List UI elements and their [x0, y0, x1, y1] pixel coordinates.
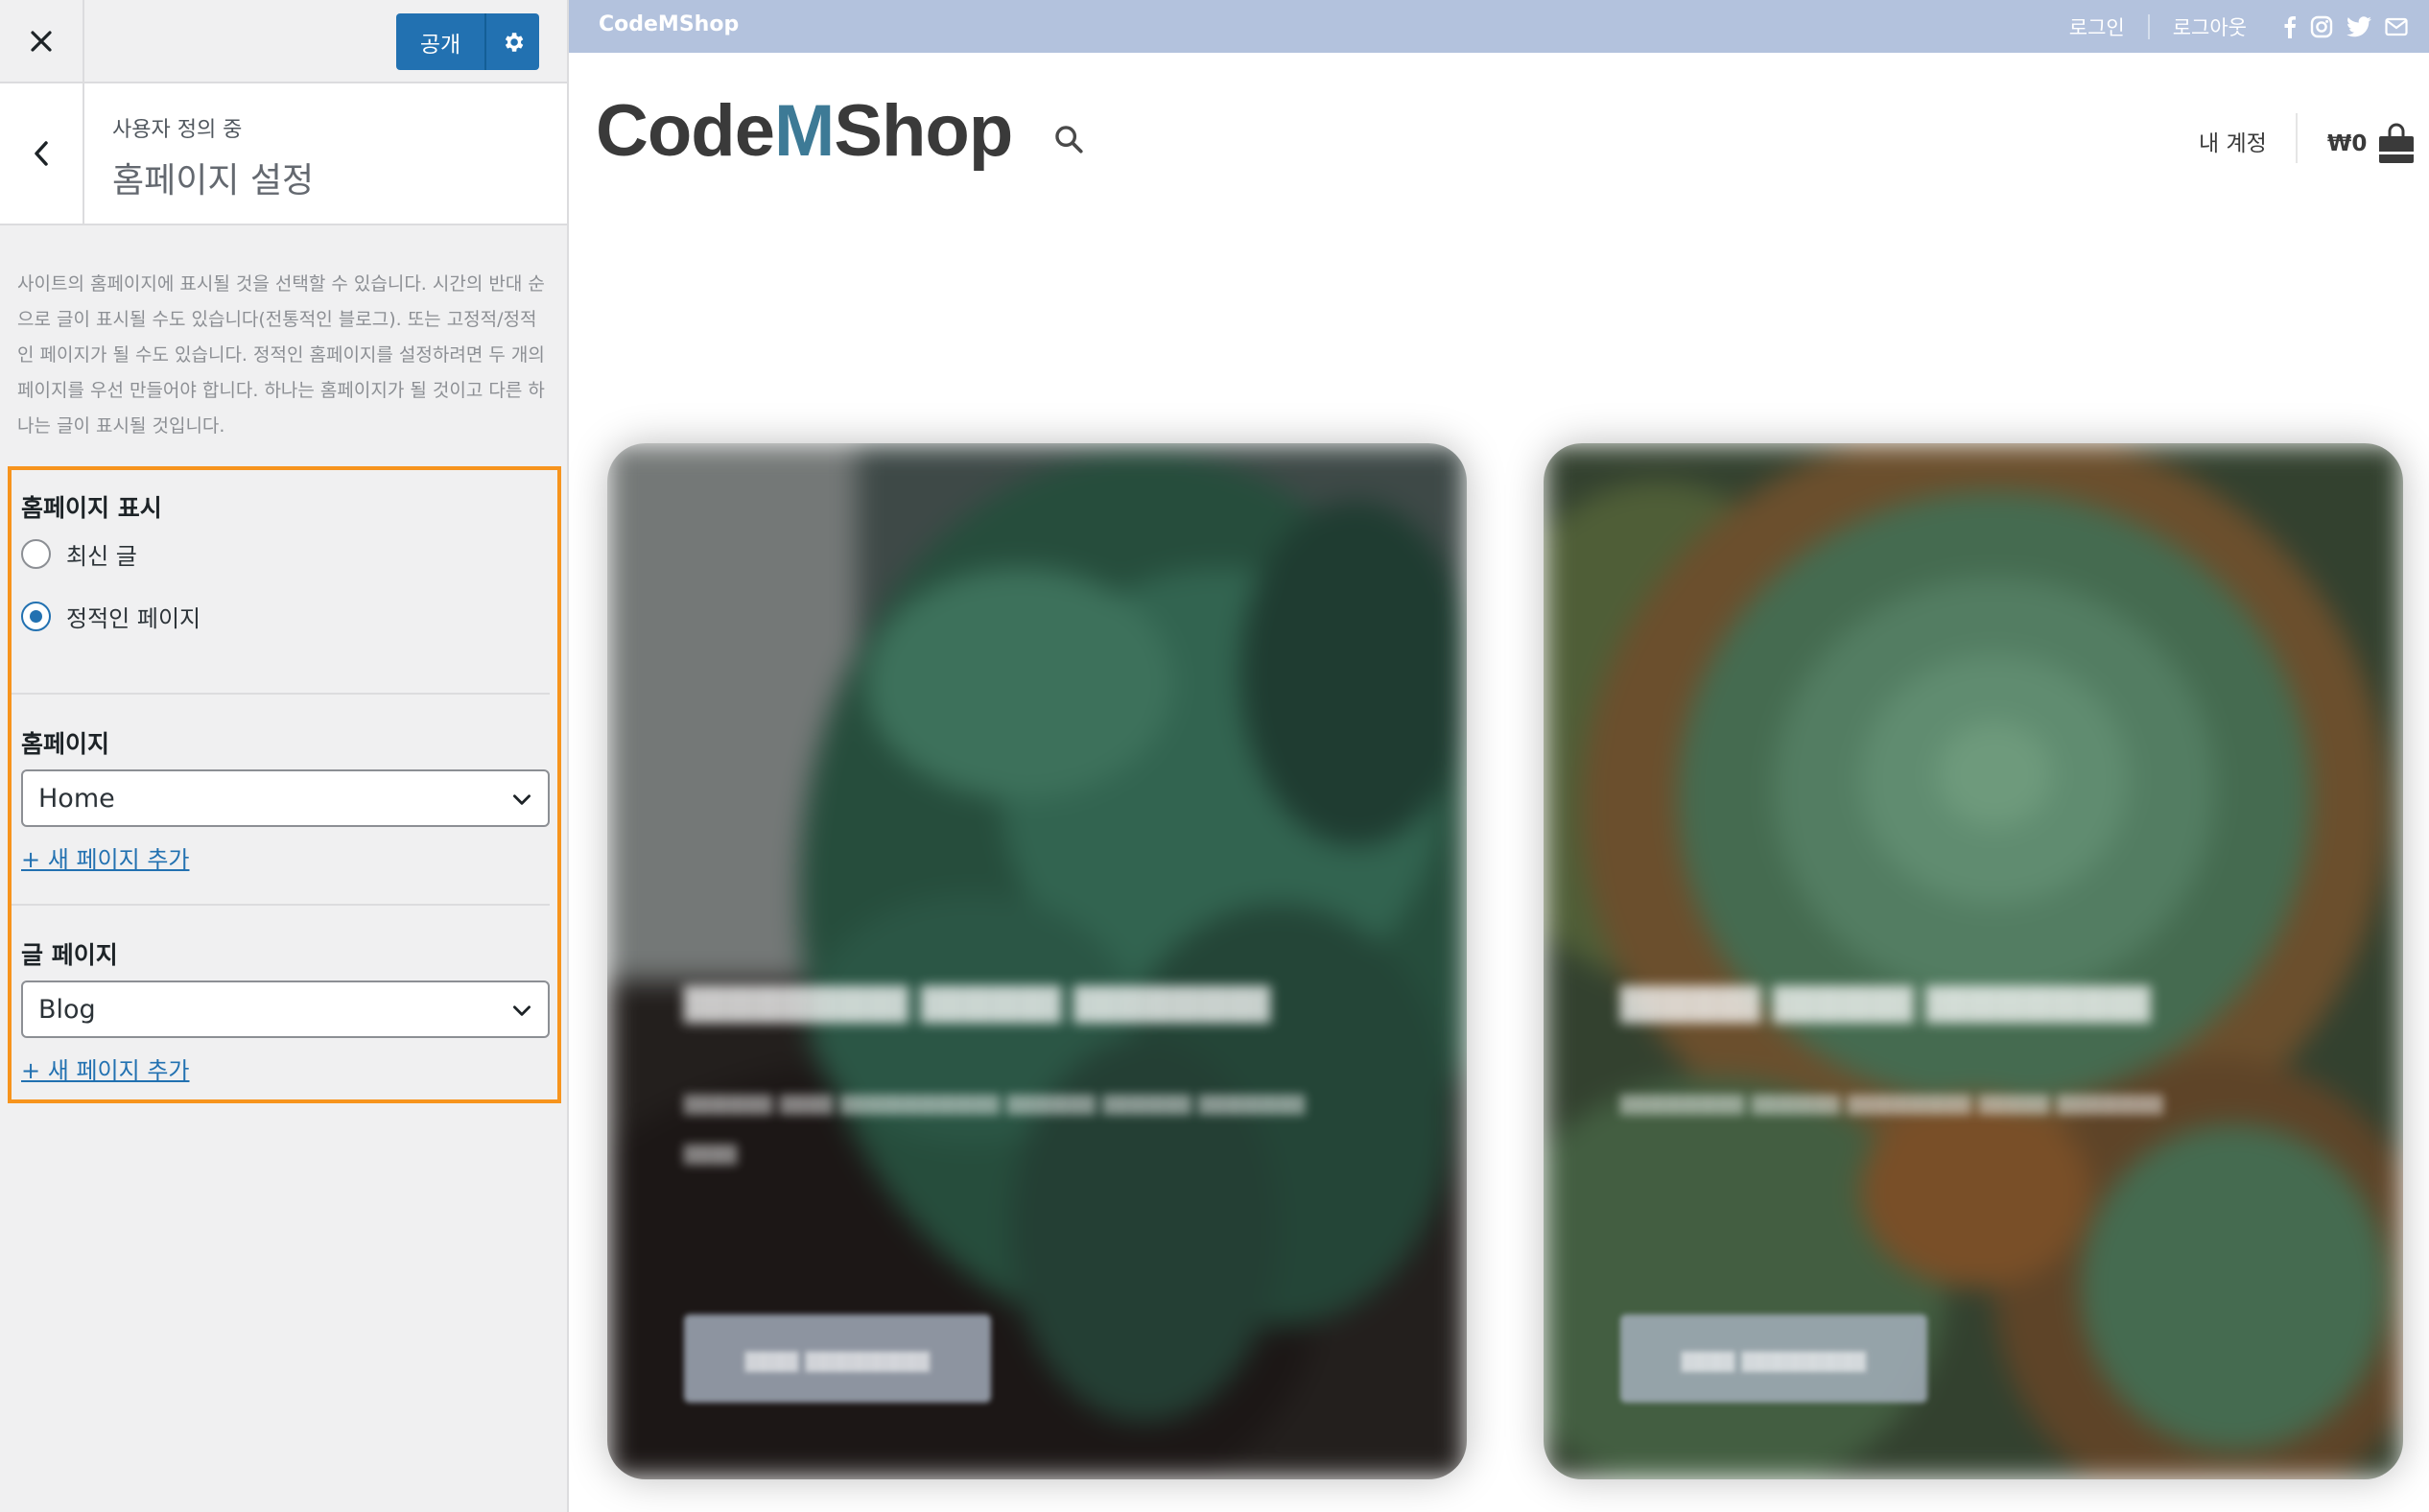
site-topbar: CodeMShop 로그인 로그아웃 — [569, 0, 2429, 53]
site-logo[interactable]: CodeMShop — [596, 89, 1013, 173]
posts-page-select[interactable]: Blog — [21, 980, 550, 1038]
section-subtitle: 사용자 정의 중 — [112, 118, 243, 142]
login-link[interactable]: 로그인 — [2046, 12, 2148, 41]
section-title: 홈페이지 설정 — [112, 161, 315, 201]
homepage-display-heading: 홈페이지 표시 — [21, 494, 162, 522]
publish-button[interactable]: 공개 — [396, 13, 484, 70]
social-icons — [2283, 15, 2408, 38]
radio-static-page[interactable]: 정적인 페이지 — [21, 600, 200, 633]
divider — [12, 904, 550, 906]
chevron-down-icon — [513, 794, 531, 805]
logo-text-shop: Shop — [834, 90, 1013, 172]
card-title: ▇▇▇▇▇▇▇▇ ▇▇▇▇▇ ▇▇▇▇▇▇▇ — [684, 980, 1270, 1023]
posts-page-heading: 글 페이지 — [21, 941, 118, 969]
homepage-select-heading: 홈페이지 — [21, 730, 110, 758]
header-separator — [2296, 113, 2298, 163]
add-new-posts-page-link[interactable]: + 새 페이지 추가 — [21, 1051, 189, 1085]
logo-text-m: M — [774, 90, 835, 172]
topbar-links: 로그인 로그아웃 — [2046, 0, 2429, 53]
my-account-link[interactable]: 내 계정 — [2199, 125, 2267, 157]
homepage-settings-panel: 홈페이지 표시 최신 글 정적인 페이지 홈페이지 Home + 새 페이지 추… — [8, 466, 561, 1103]
shopping-bag-icon — [2379, 123, 2415, 163]
radio-label: 최신 글 — [66, 543, 137, 570]
homepage-select[interactable]: Home — [21, 769, 550, 827]
publish-controls: 공개 — [396, 13, 539, 70]
chevron-left-icon — [35, 141, 48, 166]
card-button[interactable]: ▆▆▆ ▆▆▆▆▆▆▆ — [684, 1314, 991, 1403]
chevron-down-icon — [513, 1005, 531, 1016]
section-description: 사이트의 홈페이지에 표시될 것을 선택할 수 있습니다. 시간의 반대 순으로… — [17, 273, 545, 437]
logout-link[interactable]: 로그아웃 — [2150, 12, 2270, 41]
topbar-brand[interactable]: CodeMShop — [599, 12, 739, 36]
close-customizer-button[interactable] — [0, 0, 84, 82]
customizer-header: 공개 — [0, 0, 567, 83]
homepage-select-value: Home — [38, 783, 115, 814]
radio-label: 정적인 페이지 — [66, 605, 201, 632]
publish-settings-button[interactable] — [484, 13, 539, 70]
posts-page-select-value: Blog — [38, 994, 96, 1025]
customizer-sidebar: 공개 사용자 정의 중 홈페이지 설정 사이트의 홈페이지에 표시될 것을 선택… — [0, 0, 569, 1512]
divider — [12, 693, 550, 695]
search-icon[interactable] — [1052, 123, 1085, 159]
card-button[interactable]: ▆▆▆ ▆▆▆▆▆▆▆ — [1620, 1314, 1927, 1403]
card-title: ▇▇▇▇▇ ▇▇▇▇▇ ▇▇▇▇▇▇▇▇ — [1620, 980, 2151, 1023]
close-icon — [31, 30, 52, 52]
product-card[interactable]: ▇▇▇▇▇ ▇▇▇▇▇ ▇▇▇▇▇▇▇▇ ▆▆▆▆▆▆▆ ▆▆▆▆▆ ▆▆▆▆▆… — [1544, 443, 2403, 1479]
section-header: 사용자 정의 중 홈페이지 설정 — [0, 83, 567, 225]
mail-icon[interactable] — [2385, 17, 2408, 36]
card-text: ▆▆▆▆▆▆▆ ▆▆▆▆▆ ▆▆▆▆▆▆▆ ▆▆▆▆ ▆▆▆▆▆▆ — [1620, 1088, 2163, 1115]
product-card[interactable]: ▇▇▇▇▇▇▇▇ ▇▇▇▇▇ ▇▇▇▇▇▇▇ ▆▆▆▆▆ ▆▆▆ ▆▆▆▆▆▆▆… — [607, 443, 1467, 1479]
radio-button-checked[interactable] — [21, 602, 51, 631]
logo-text-code: Code — [596, 90, 775, 172]
twitter-icon[interactable] — [2346, 15, 2371, 37]
cart-total: ₩0 — [2327, 131, 2368, 156]
cart-link[interactable]: ₩0 — [2327, 123, 2417, 165]
radio-button[interactable] — [21, 539, 51, 569]
add-new-homepage-link[interactable]: + 새 페이지 추가 — [21, 840, 189, 874]
radio-latest-posts[interactable]: 최신 글 — [21, 537, 137, 571]
site-preview: CodeMShop 로그인 로그아웃 CodeMShop 내 계정 ₩0 ▇▇▇… — [569, 0, 2429, 1512]
card-text: ▆▆▆▆▆ ▆▆▆ ▆▆▆▆▆▆▆▆▆ ▆▆▆▆▆ ▆▆▆▆▆ ▆▆▆▆▆▆ ▆… — [684, 1088, 1306, 1165]
gear-icon — [505, 32, 523, 52]
back-button[interactable] — [0, 83, 84, 224]
instagram-icon[interactable] — [2310, 15, 2333, 38]
facebook-icon[interactable] — [2283, 15, 2297, 38]
